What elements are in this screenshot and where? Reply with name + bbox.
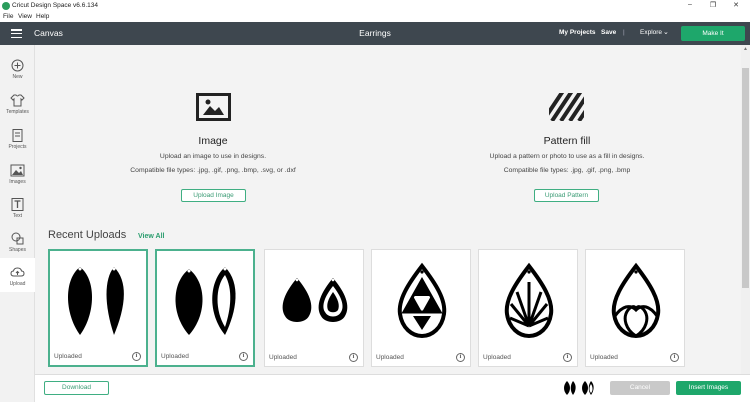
pattern-fill-icon <box>549 93 584 121</box>
shirt-icon <box>10 94 25 107</box>
pattern-fill-description: Upload a pattern or photo to use as a fi… <box>489 153 645 160</box>
view-all-link[interactable]: View All <box>138 233 164 240</box>
recent-upload-card[interactable]: Uploaded i <box>478 249 578 367</box>
left-sidebar: New Templates Projects Images Text Shape… <box>0 45 35 402</box>
image-upload-icon <box>196 93 231 121</box>
sidebar-item-projects[interactable]: Projects <box>0 121 35 155</box>
window-title: Cricut Design Space v6.6.134 <box>12 2 98 9</box>
menu-view[interactable]: View <box>18 13 32 20</box>
menu-bar: File View Help <box>0 12 750 22</box>
sidebar-item-new[interactable]: New <box>0 51 35 85</box>
upload-caption: Uploaded <box>376 354 404 361</box>
shapes-icon <box>11 232 24 245</box>
sidebar-item-templates[interactable]: Templates <box>0 86 35 120</box>
pattern-fill-file-types: Compatible file types: .jpg, .gif, .png,… <box>503 167 631 174</box>
recent-upload-card[interactable]: Uploaded i <box>155 249 255 367</box>
canvas-label: Canvas <box>34 28 63 38</box>
sidebar-item-images[interactable]: Images <box>0 156 35 190</box>
recent-upload-card[interactable]: Uploaded i <box>585 249 685 367</box>
info-icon[interactable]: i <box>563 353 572 362</box>
pattern-fill-title: Pattern fill <box>543 135 591 147</box>
explore-menu[interactable]: Explore <box>640 29 662 36</box>
info-icon[interactable]: i <box>456 353 465 362</box>
leaf-and-cutout-earrings-art <box>175 267 236 335</box>
project-name: Earrings <box>359 28 391 38</box>
upload-pattern-button[interactable]: Upload Pattern <box>534 189 599 202</box>
scrollbar-thumb[interactable] <box>742 68 749 288</box>
sidebar-label: Templates <box>6 109 29 115</box>
sidebar-label: Upload <box>9 281 26 287</box>
sidebar-label: Text <box>12 213 23 219</box>
close-window-button[interactable]: ✕ <box>729 1 743 9</box>
menu-help[interactable]: Help <box>36 13 49 20</box>
recent-upload-card[interactable]: Uploaded i <box>48 249 148 367</box>
recent-upload-card[interactable]: Uploaded i <box>371 249 471 367</box>
download-button[interactable]: Download <box>44 381 109 395</box>
chevron-down-icon[interactable]: ⌄ <box>663 28 669 36</box>
cancel-button[interactable]: Cancel <box>610 381 670 395</box>
upload-cloud-icon <box>10 267 25 277</box>
upload-caption: Uploaded <box>54 353 82 360</box>
leaf-pair-earrings-art <box>68 267 124 335</box>
upload-image-file-types: Compatible file types: .jpg, .gif, .png,… <box>130 167 296 174</box>
sunburst-teardrop-earring-art <box>504 262 554 339</box>
sidebar-item-text[interactable]: Text <box>0 190 35 224</box>
teardrop-pair-earrings-art <box>282 278 348 322</box>
sidebar-item-upload[interactable]: Upload <box>0 258 35 292</box>
menu-file[interactable]: File <box>3 13 13 20</box>
text-icon <box>11 198 24 211</box>
recent-upload-card[interactable]: Uploaded i <box>264 249 364 367</box>
sidebar-label: Projects <box>8 144 27 150</box>
insert-images-button[interactable]: Insert Images <box>676 381 741 395</box>
scroll-up-arrow-icon[interactable]: ▲ <box>741 46 750 54</box>
looped-teardrop-earring-art <box>611 262 661 339</box>
hamburger-menu-icon[interactable] <box>11 29 22 39</box>
selected-images-preview <box>564 381 594 395</box>
info-icon[interactable]: i <box>349 353 358 362</box>
my-projects-link[interactable]: My Projects <box>559 29 596 36</box>
window-titlebar: Cricut Design Space v6.6.134 – ❐ ✕ <box>0 0 750 12</box>
image-icon <box>10 164 25 177</box>
recent-uploads-heading: Recent Uploads <box>48 229 127 241</box>
sidebar-label: Shapes <box>9 247 26 253</box>
upload-image-title: Image <box>198 135 228 147</box>
upload-caption: Uploaded <box>590 354 618 361</box>
upload-caption: Uploaded <box>483 354 511 361</box>
info-icon[interactable]: i <box>132 352 141 361</box>
sidebar-label: Images <box>9 179 26 185</box>
minimize-button[interactable]: – <box>683 1 697 8</box>
triangle-teardrop-earring-art <box>397 262 447 339</box>
cricut-app-icon <box>2 2 10 10</box>
sidebar-label: New <box>12 74 23 80</box>
plus-circle-icon <box>11 59 24 72</box>
upload-image-description: Upload an image to use in designs. <box>159 153 267 160</box>
make-it-button[interactable]: Make It <box>681 26 745 41</box>
projects-icon <box>12 129 23 142</box>
upload-caption: Uploaded <box>269 354 297 361</box>
header-separator: | <box>623 29 625 36</box>
save-link[interactable]: Save <box>601 29 616 36</box>
sidebar-item-shapes[interactable]: Shapes <box>0 224 35 258</box>
upload-image-button[interactable]: Upload Image <box>181 189 246 202</box>
upload-footer: Download Cancel Insert Images <box>35 374 750 402</box>
upload-caption: Uploaded <box>161 353 189 360</box>
info-icon[interactable]: i <box>239 352 248 361</box>
app-header: Canvas Earrings My Projects Save | Explo… <box>0 22 750 45</box>
info-icon[interactable]: i <box>670 353 679 362</box>
maximize-button[interactable]: ❐ <box>706 1 720 9</box>
